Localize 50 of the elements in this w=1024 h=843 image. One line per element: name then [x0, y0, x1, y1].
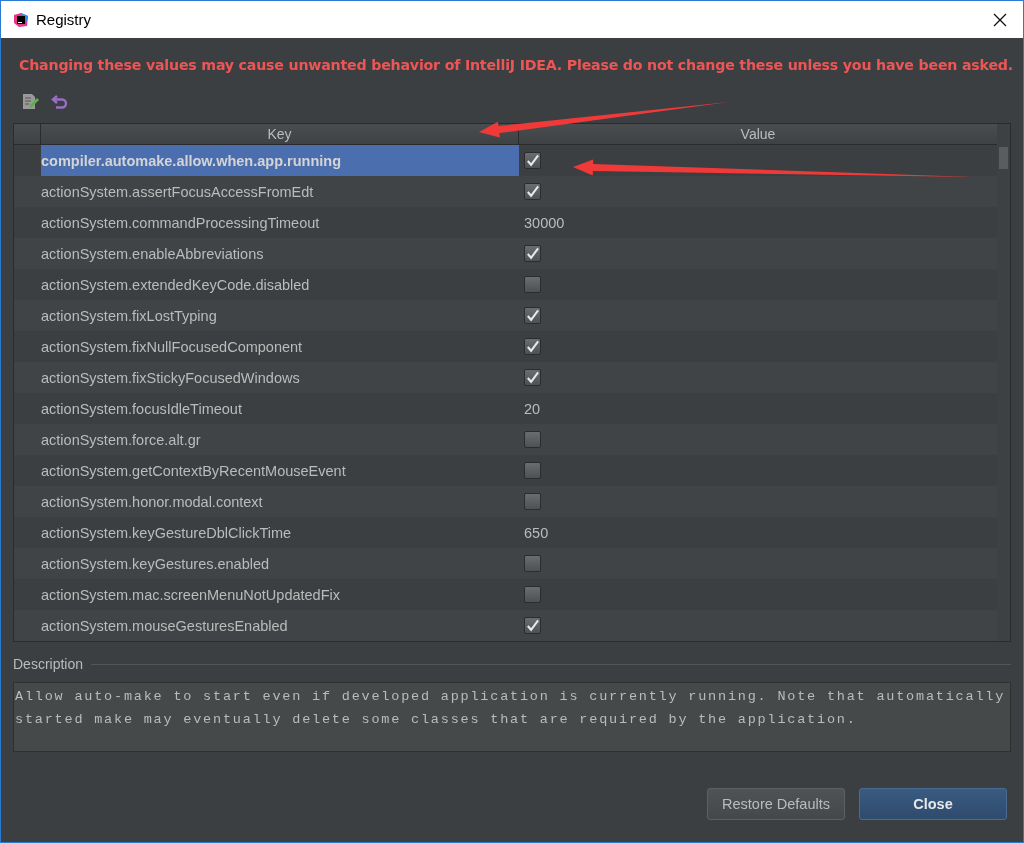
checkbox[interactable] [524, 431, 541, 448]
description-text: Allow auto-make to start even if developed application is currently running. Note that automatically started make may eventually delete some classes that are required by the application. [13, 682, 1011, 752]
checkbox[interactable] [524, 338, 541, 355]
checkbox[interactable] [524, 555, 541, 572]
key-cell[interactable]: actionSystem.mouseGesturesEnabled [41, 610, 519, 641]
key-cell[interactable]: actionSystem.force.alt.gr [41, 424, 519, 455]
column-header[interactable]: Value [519, 124, 997, 144]
key-cell[interactable]: actionSystem.assertFocusAccessFromEdt [41, 176, 519, 207]
key-cell[interactable]: actionSystem.fixNullFocusedComponent [41, 331, 519, 362]
key-cell[interactable]: actionSystem.honor.modal.context [41, 486, 519, 517]
key-cell[interactable]: compiler.automake.allow.when.app.running [41, 145, 519, 176]
table-row[interactable]: actionSystem.force.alt.gr [14, 424, 997, 455]
checkbox[interactable] [524, 183, 541, 200]
key-cell[interactable]: actionSystem.keyGestureDblClickTime [41, 517, 519, 548]
table-row[interactable]: actionSystem.keyGestures.enabled [14, 548, 997, 579]
checkbox[interactable] [524, 245, 541, 262]
table-row[interactable]: actionSystem.fixStickyFocusedWindows [14, 362, 997, 393]
undo-icon[interactable] [51, 93, 69, 111]
key-cell[interactable]: actionSystem.fixStickyFocusedWindows [41, 362, 519, 393]
key-cell[interactable]: actionSystem.mac.screenMenuNotUpdatedFix [41, 579, 519, 610]
table-row[interactable]: actionSystem.assertFocusAccessFromEdt [14, 176, 997, 207]
table-row[interactable]: actionSystem.mouseGesturesEnabled [14, 610, 997, 641]
checkbox[interactable] [524, 493, 541, 510]
checkbox[interactable] [524, 152, 541, 169]
restore-defaults-button[interactable]: Restore Defaults [707, 788, 845, 820]
window-title: Registry [36, 11, 91, 28]
checkbox[interactable] [524, 307, 541, 324]
checkbox[interactable] [524, 617, 541, 634]
value-text[interactable]: 650 [524, 524, 549, 541]
key-cell[interactable]: actionSystem.extendedKeyCode.disabled [41, 269, 519, 300]
app-icon [13, 11, 29, 28]
checkbox[interactable] [524, 462, 541, 479]
key-cell[interactable]: actionSystem.focusIdleTimeout [41, 393, 519, 424]
key-cell[interactable]: actionSystem.keyGestures.enabled [41, 548, 519, 579]
close-button[interactable]: Close [859, 788, 1007, 820]
table-row[interactable]: actionSystem.honor.modal.context [14, 486, 997, 517]
table-row[interactable]: actionSystem.enableAbbreviations [14, 238, 997, 269]
edit-document-icon[interactable] [21, 93, 39, 111]
value-text[interactable]: 30000 [524, 214, 565, 231]
section-title: Description [13, 656, 84, 672]
warning-message: Changing these values may cause unwanted behavior of IntelliJ IDEA. Please do not change these unless you have been asked. [19, 57, 1013, 73]
key-cell[interactable]: actionSystem.commandProcessingTimeout [41, 207, 519, 238]
key-cell[interactable]: actionSystem.enableAbbreviations [41, 238, 519, 269]
checkbox[interactable] [524, 276, 541, 293]
value-text[interactable]: 20 [524, 400, 541, 417]
table-row[interactable]: actionSystem.fixLostTyping [14, 300, 997, 331]
key-cell[interactable]: actionSystem.fixLostTyping [41, 300, 519, 331]
checkbox[interactable] [524, 369, 541, 386]
checkbox[interactable] [524, 586, 541, 603]
key-cell[interactable]: actionSystem.getContextByRecentMouseEvent [41, 455, 519, 486]
